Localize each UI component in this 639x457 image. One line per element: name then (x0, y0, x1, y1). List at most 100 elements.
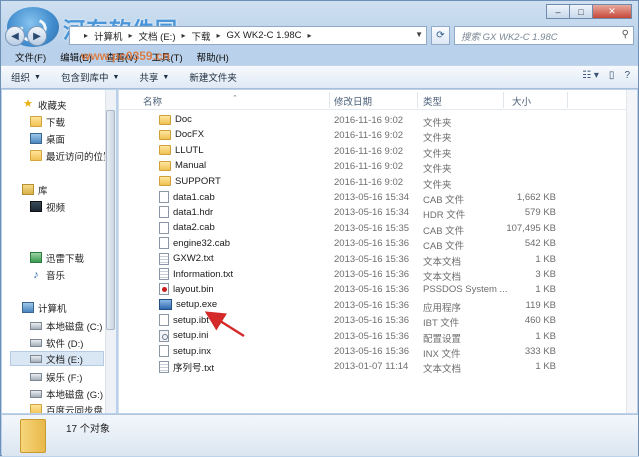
file-name-label: DocFX (175, 129, 205, 141)
breadcrumb-separator-icon: ▸ (84, 31, 89, 40)
address-bar[interactable]: ▸ 计算机 ▸ 文档 (E:) ▸ 下载 ▸ GX WK2-C 1.98C ▸ … (69, 26, 427, 45)
file-name[interactable]: engine32.cab (159, 237, 230, 250)
column-type[interactable]: 类型 (423, 94, 442, 108)
doc-file-icon (159, 221, 169, 234)
file-name[interactable]: setup.ibt (159, 314, 209, 327)
file-size: 460 KB (524, 315, 556, 327)
file-name[interactable]: data1.hdr (159, 206, 213, 219)
scrollbar-thumb[interactable] (106, 110, 115, 330)
column-divider[interactable] (567, 92, 568, 108)
file-name[interactable]: DocFX (159, 129, 204, 140)
chevron-down-icon: ▼ (162, 73, 170, 81)
file-name[interactable]: setup.exe (159, 298, 217, 310)
breadcrumb-downloads[interactable]: 下载 (192, 29, 211, 43)
file-name-label: setup.ini (173, 330, 209, 342)
nav-drive-d[interactable]: 软件 (D:) (30, 335, 83, 350)
back-button[interactable]: ◀ (5, 26, 25, 46)
nav-video[interactable]: 视频 (30, 199, 65, 214)
file-name[interactable]: 序列号.txt (159, 360, 214, 374)
nav-recent[interactable]: 最近访问的位置 (30, 148, 113, 163)
item-count: 17 个对象 (66, 424, 110, 435)
table-row[interactable]: Information.txt 2013-05-16 15:36 文本文档 3 KB (119, 267, 627, 283)
column-date[interactable]: 修改日期 (334, 94, 372, 108)
table-row[interactable]: Doc 2016-11-16 9:02 文件夹 (119, 113, 627, 129)
nav-music[interactable]: ♪ 音乐 (30, 267, 65, 282)
help-icon[interactable]: ? (624, 70, 630, 81)
share-button[interactable]: 共享 ▼ (139, 70, 169, 84)
file-name[interactable]: SUPPORT (159, 176, 221, 187)
table-row[interactable]: setup.inx 2013-05-16 15:36 INX 文件 333 KB (119, 344, 627, 360)
minimize-button[interactable]: – (546, 4, 570, 19)
file-name[interactable]: layout.bin (159, 283, 214, 296)
table-row[interactable]: Manual 2016-11-16 9:02 文件夹 (119, 159, 627, 175)
column-divider[interactable] (329, 92, 330, 108)
breadcrumb-computer[interactable]: 计算机 (94, 29, 123, 43)
file-type: 文本文档 (423, 272, 462, 283)
file-name[interactable]: setup.inx (159, 345, 211, 357)
nav-computer[interactable]: 计算机 (22, 300, 67, 315)
nav-drive-e[interactable]: 文档 (E:) (10, 351, 104, 366)
table-row[interactable]: DocFX 2016-11-16 9:02 文件夹 (119, 128, 627, 144)
column-name[interactable]: 名称 (143, 94, 162, 108)
nav-desktop[interactable]: 桌面 (30, 131, 65, 146)
file-name[interactable]: LLUTL (159, 145, 204, 156)
file-date: 2013-05-16 15:36 (334, 299, 410, 311)
maximize-button[interactable]: □ (569, 4, 593, 19)
new-folder-button[interactable]: 新建文件夹 (189, 70, 237, 84)
nav-libraries[interactable]: 库 (22, 182, 48, 197)
file-date: 2016-11-16 9:02 (334, 161, 404, 173)
table-row[interactable]: LLUTL 2016-11-16 9:02 文件夹 (119, 144, 627, 160)
nav-drive-c[interactable]: 本地磁盘 (C:) (30, 318, 102, 333)
view-options-icon[interactable]: ☷ ▾ (582, 70, 599, 81)
table-row[interactable]: engine32.cab 2013-05-16 15:36 CAB 文件 542 KB (119, 236, 627, 252)
address-dropdown-icon[interactable]: ▼ (415, 30, 423, 39)
column-divider[interactable] (417, 92, 418, 108)
nav-label: 百度云同步盘 (46, 405, 104, 414)
file-name[interactable]: Doc (159, 114, 192, 125)
refresh-button[interactable]: ⟳ (431, 26, 450, 45)
table-row[interactable]: data1.cab 2013-05-16 15:34 CAB 文件 1,662 KB (119, 190, 627, 206)
nav-baidu-sync[interactable]: 百度云同步盘 (30, 402, 103, 413)
file-name[interactable]: data1.cab (159, 191, 215, 203)
search-icon: ⚲ (621, 29, 629, 40)
table-row[interactable]: layout.bin 2013-05-16 15:36 PSSDOS System … (119, 282, 627, 297)
file-name[interactable]: Information.txt (159, 268, 233, 280)
organize-button[interactable]: 组织 ▼ (11, 70, 41, 84)
nav-favorites[interactable]: ★ 收藏夹 (22, 97, 66, 112)
table-row[interactable]: GXW2.txt 2013-05-16 15:36 文本文档 1 KB (119, 252, 627, 268)
include-in-library-button[interactable]: 包含到库中 ▼ (61, 70, 119, 84)
nav-drive-g[interactable]: 本地磁盘 (G:) (30, 386, 103, 401)
table-row[interactable]: 序列号.txt 2013-01-07 11:14 文本文档 1 KB (119, 359, 627, 375)
nav-downloads[interactable]: 下载 (30, 114, 65, 129)
breadcrumb-current[interactable]: GX WK2-C 1.98C (227, 30, 302, 41)
refresh-icon: ⟳ (436, 30, 445, 41)
table-row[interactable]: setup.ini 2013-05-16 15:36 配置设置 1 KB (119, 329, 627, 345)
forward-button[interactable]: ▶ (27, 26, 47, 46)
table-row[interactable]: data2.cab 2013-05-16 15:35 CAB 文件 107,495 K… (119, 221, 627, 237)
nav-drive-f[interactable]: 娱乐 (F:) (30, 369, 82, 384)
file-name-label: Information.txt (173, 268, 234, 280)
preview-pane-icon[interactable]: ▯ (609, 70, 615, 81)
breadcrumb-drive-e[interactable]: 文档 (E:) (139, 29, 176, 43)
txt-file-icon (159, 252, 169, 265)
file-name[interactable]: Manual (159, 160, 206, 171)
file-name[interactable]: data2.cab (159, 221, 215, 234)
file-list-scrollbar[interactable] (626, 90, 637, 413)
close-button[interactable]: ✕ (592, 4, 632, 19)
folder-file-icon (159, 160, 171, 171)
table-row[interactable]: SUPPORT 2016-11-16 9:02 文件夹 (119, 175, 627, 191)
column-divider[interactable] (503, 92, 504, 108)
table-row[interactable]: setup.ibt 2013-05-16 15:36 IBT 文件 460 KB (119, 313, 627, 329)
table-row[interactable]: setup.exe 2013-05-16 15:36 应用程序 119 KB (119, 298, 627, 314)
file-name[interactable]: GXW2.txt (159, 252, 214, 265)
table-row[interactable]: data1.hdr 2013-05-16 15:34 HDR 文件 579 KB (119, 205, 627, 221)
column-size[interactable]: 大小 (512, 94, 531, 108)
txt-file-icon (159, 361, 169, 374)
menu-file[interactable]: 文件(F) (15, 50, 46, 64)
nav-thunder-downloads[interactable]: 迅雷下载 (30, 250, 84, 265)
menu-help[interactable]: 帮助(H) (197, 50, 229, 64)
file-name[interactable]: setup.ini (159, 329, 209, 342)
downloads-folder-icon (30, 116, 42, 127)
navigation-scrollbar[interactable] (105, 90, 116, 413)
search-input[interactable]: 搜索 GX WK2-C 1.98C ⚲ (454, 26, 634, 45)
